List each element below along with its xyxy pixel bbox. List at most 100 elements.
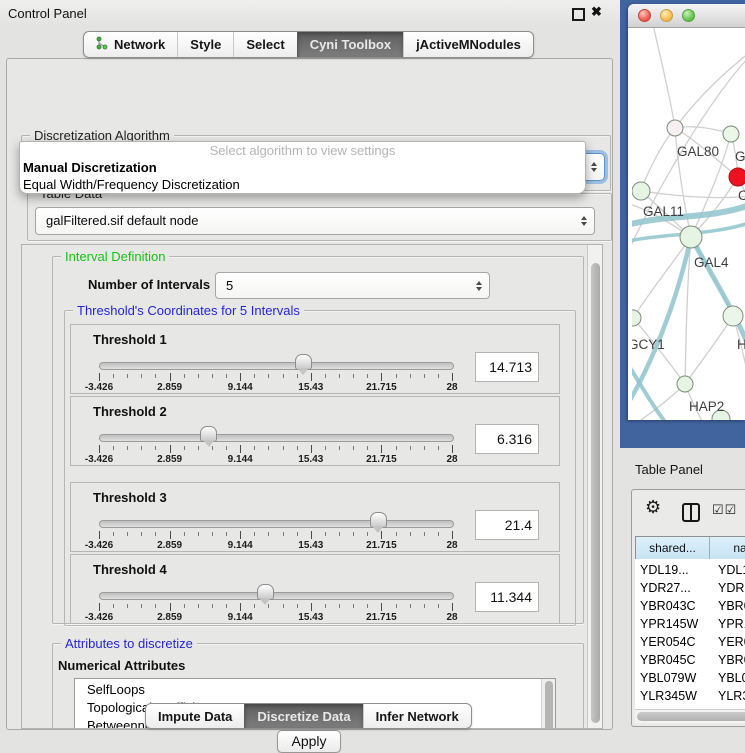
table-data-combobox[interactable]: galFiltered.sif default node	[35, 207, 595, 235]
table-column-header[interactable]: shared...	[636, 537, 710, 559]
table-horizontal-scrollbar[interactable]	[635, 709, 745, 723]
zoom-traffic-light-icon[interactable]	[682, 9, 695, 22]
table-cell: YBL079W	[635, 669, 717, 687]
threshold-value-field[interactable]: 14.713	[475, 352, 539, 382]
network-graph: GAL80GACGAL11GAL4GCY1HHAP2	[632, 28, 745, 420]
network-node[interactable]	[632, 182, 650, 200]
network-node[interactable]	[729, 168, 745, 186]
table-row[interactable]: YDR27...YDR2	[635, 579, 745, 597]
minimize-traffic-light-icon[interactable]	[660, 9, 673, 22]
slider-thumb[interactable]	[370, 512, 387, 528]
columns-icon[interactable]	[682, 503, 700, 522]
network-highlight-edge	[691, 237, 745, 350]
list-scrollbar[interactable]	[541, 679, 555, 729]
dropdown-option-manual-discretization[interactable]: Manual Discretization	[20, 159, 585, 176]
algorithm-dropdown-popup: Select algorithm to view settings Manual…	[19, 141, 586, 194]
slider-ticks	[99, 531, 452, 540]
tab-cyni-toolbox[interactable]: Cyni Toolbox	[297, 32, 403, 57]
slider-ticks	[99, 445, 452, 454]
close-icon[interactable]: ✖	[591, 4, 602, 20]
node-label: GAL4	[694, 255, 729, 270]
table-row[interactable]: YLR345WYLR3	[635, 687, 745, 705]
gear-icon[interactable]: ⚙	[645, 497, 661, 518]
panel-scrollbar[interactable]	[587, 245, 602, 728]
network-node[interactable]	[680, 226, 702, 248]
tab-impute-data[interactable]: Impute Data	[146, 704, 244, 728]
network-view-window: GAL80GACGAL11GAL4GCY1HHAP2	[628, 4, 745, 420]
slider-tick-labels: -3.4262.8599.14415.4321.71528	[99, 454, 452, 466]
network-icon	[96, 36, 108, 53]
tab-style[interactable]: Style	[177, 32, 233, 57]
scrollbar-thumb[interactable]	[545, 681, 553, 729]
slider-thumb[interactable]	[257, 584, 274, 600]
table-cell: YBR0	[717, 597, 745, 615]
network-node[interactable]	[723, 126, 739, 142]
tab-infer-network[interactable]: Infer Network	[363, 704, 471, 728]
table-cell: YLR3	[717, 687, 745, 705]
slider-tick-labels: -3.4262.8599.14415.4321.71528	[99, 382, 452, 394]
cyni-mode-tabbar: Impute Data Discretize DataInfer Network	[145, 703, 472, 729]
network-canvas[interactable]: GAL80GACGAL11GAL4GCY1HHAP2	[632, 28, 745, 420]
scrollbar-thumb[interactable]	[637, 712, 745, 721]
node-label: GAL11	[643, 204, 684, 219]
table-cell: YBR045C	[635, 651, 717, 669]
slider-thumb[interactable]	[200, 426, 217, 442]
threshold-slider[interactable]: -3.4262.8599.14415.4321.71528	[99, 555, 452, 623]
table-column-header[interactable]: na...	[710, 537, 745, 559]
threshold-value-field[interactable]: 11.344	[475, 582, 539, 612]
slider-ticks	[99, 603, 452, 612]
threshold-slider[interactable]: -3.4262.8599.14415.4321.71528	[99, 483, 452, 551]
threshold-value-field[interactable]: 21.4	[475, 510, 539, 540]
combo-value: galFiltered.sif default node	[46, 208, 198, 234]
tab-label: jActiveMNodules	[416, 37, 521, 52]
control-panel-tabbar: Network Style Select Cyni Toolbox jActiveMNo…	[83, 31, 534, 58]
table-row[interactable]: YDL19...YDL1	[635, 561, 745, 579]
network-edge	[641, 128, 675, 191]
number-of-intervals-combobox[interactable]: 5	[215, 272, 490, 299]
slider-thumb[interactable]	[295, 354, 312, 370]
threshold-panel-threshold-2: Threshold 2-3.4262.8599.14415.4321.71528…	[70, 396, 560, 466]
table-row[interactable]: YPR145WYPR1	[635, 615, 745, 633]
node-label: GAL80	[677, 144, 719, 159]
table-cell: YBR0	[717, 651, 745, 669]
float-window-icon[interactable]	[572, 8, 585, 21]
checkbox-icons[interactable]: ☑☑	[712, 502, 737, 518]
table-cell: YDR27...	[635, 579, 717, 597]
tab-discretize-data[interactable]: Discretize Data	[244, 704, 362, 728]
table-row[interactable]: YBR045CYBR0	[635, 651, 745, 669]
table-row[interactable]: YBR043CYBR0	[635, 597, 745, 615]
control-panel-titlebar: Control Panel	[0, 0, 620, 26]
network-node[interactable]	[632, 310, 641, 326]
combo-value: 5	[226, 273, 233, 299]
slider-track	[99, 434, 454, 442]
table-cell: YBR043C	[635, 597, 717, 615]
combo-arrows-icon	[476, 281, 482, 291]
tab-label: Cyni Toolbox	[310, 37, 391, 52]
attribute-item-selfloops[interactable]: SelfLoops	[75, 681, 555, 699]
node-label: GCY1	[632, 337, 665, 352]
threshold-slider[interactable]: -3.4262.8599.14415.4321.71528	[99, 397, 452, 465]
tab-label: Impute Data	[158, 709, 232, 724]
threshold-value-field[interactable]: 6.316	[475, 424, 539, 454]
network-node[interactable]	[667, 120, 683, 136]
table-cell: YER0	[717, 633, 745, 651]
close-traffic-light-icon[interactable]	[638, 9, 651, 22]
threshold-list: Threshold 1-3.4262.8599.14415.4321.71528…	[70, 324, 560, 626]
network-node[interactable]	[677, 376, 693, 392]
dropdown-option-equal-width-frequency-discretization[interactable]: Equal Width/Frequency Discretization	[20, 176, 585, 193]
tab-label: Network	[114, 37, 165, 52]
threshold-slider[interactable]: -3.4262.8599.14415.4321.71528	[99, 325, 452, 393]
group-title: Interval Definition	[61, 249, 169, 264]
network-node[interactable]	[723, 306, 743, 326]
threshold-panel-threshold-4: Threshold 4-3.4262.8599.14415.4321.71528…	[70, 554, 560, 624]
table-row[interactable]: YER054CYER0	[635, 633, 745, 651]
tab-jactivemnodules[interactable]: jActiveMNodules	[403, 32, 533, 57]
scrollbar-thumb[interactable]	[591, 263, 600, 723]
table-cell: YPR1	[717, 615, 745, 633]
tab-select[interactable]: Select	[233, 32, 296, 57]
tab-label: Style	[190, 37, 221, 52]
tab-network[interactable]: Network	[84, 32, 177, 57]
apply-button[interactable]: Apply	[277, 730, 341, 753]
table-row[interactable]: YBL079WYBL0	[635, 669, 745, 687]
dropdown-placeholder-item: Select algorithm to view settings	[20, 142, 585, 159]
